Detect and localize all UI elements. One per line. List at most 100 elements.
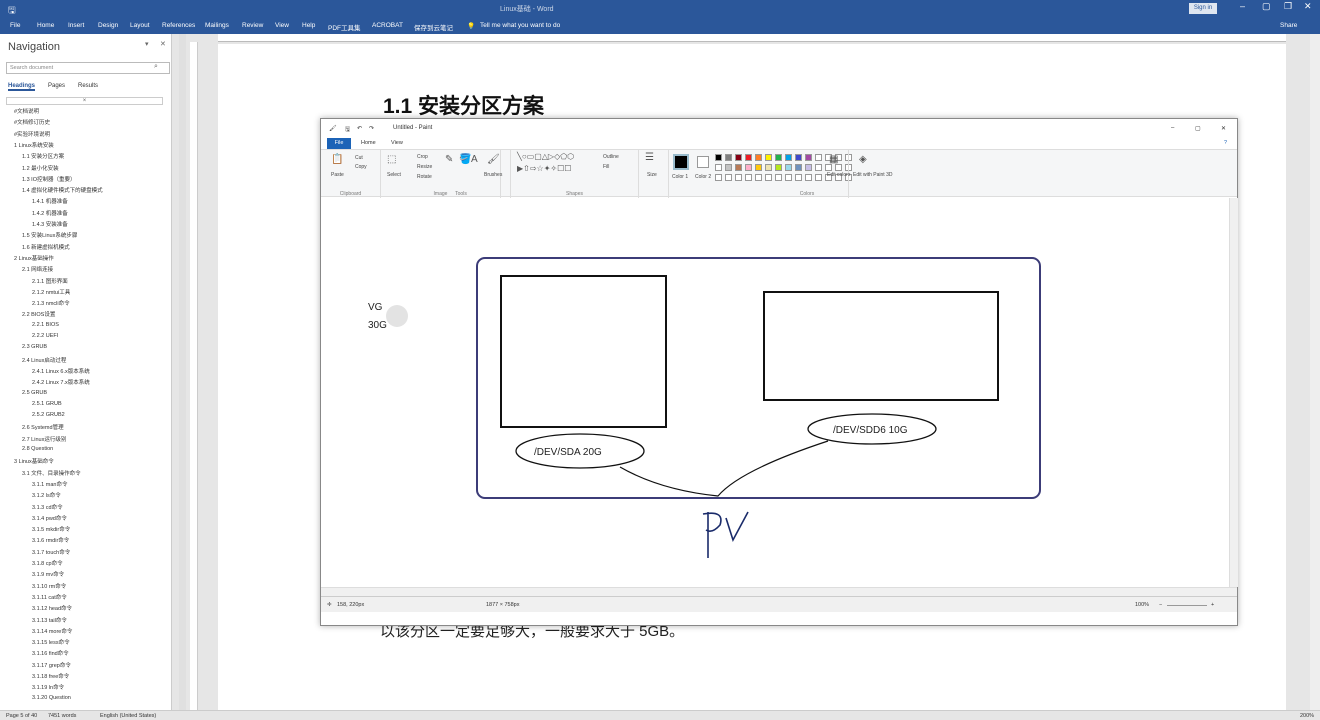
pencil-icon[interactable]: ✎: [445, 154, 453, 165]
tab-view[interactable]: View: [275, 22, 289, 29]
nav-heading-item[interactable]: 1.4 虚拟化硬件模式下的硬盘模式: [22, 186, 103, 194]
nav-heading-item[interactable]: 3.1.20 Question: [32, 695, 71, 701]
nav-heading-item[interactable]: 3.1.8 cp命令: [32, 559, 63, 567]
nav-heading-item[interactable]: #文档说明: [14, 107, 39, 115]
copy-button[interactable]: Copy: [355, 164, 367, 170]
outline-button[interactable]: Outline: [603, 154, 619, 160]
palette-swatch[interactable]: [785, 154, 792, 161]
close-icon[interactable]: ✕: [1304, 1, 1312, 12]
nav-heading-item[interactable]: 2.2.1 BIOS: [32, 322, 59, 328]
palette-swatch[interactable]: [725, 164, 732, 171]
color2-button[interactable]: Color 2: [695, 174, 711, 180]
paste-icon[interactable]: 📋: [331, 154, 343, 165]
palette-swatch[interactable]: [735, 164, 742, 171]
maximize-icon[interactable]: ▢: [1262, 1, 1271, 12]
size-button[interactable]: Size: [647, 172, 657, 178]
nav-heading-item[interactable]: 1.1 安装分区方案: [22, 152, 64, 160]
paint3d-icon[interactable]: ◈: [859, 154, 867, 165]
minimize-icon[interactable]: –: [1240, 1, 1245, 11]
palette-swatch-empty[interactable]: [815, 164, 822, 171]
nav-heading-item[interactable]: #实验环境说明: [14, 130, 50, 138]
nav-heading-item[interactable]: 3.1.10 rm命令: [32, 582, 66, 590]
palette-swatch-custom[interactable]: [785, 174, 792, 181]
palette-swatch-custom[interactable]: [815, 174, 822, 181]
nav-heading-item[interactable]: 2.4.2 Linux 7.x版本系统: [32, 378, 90, 386]
zoom-out-button[interactable]: −: [1159, 602, 1162, 608]
nav-heading-item[interactable]: 2.2 BIOS设置: [22, 310, 55, 318]
color2-swatch[interactable]: [697, 156, 709, 168]
search-icon[interactable]: ⌕: [154, 63, 158, 71]
clear-search-button[interactable]: ×: [6, 97, 163, 105]
palette-swatch[interactable]: [775, 154, 782, 161]
tab-layout[interactable]: Layout: [130, 22, 150, 29]
nav-heading-item[interactable]: 3.1.7 touch命令: [32, 548, 70, 556]
nav-heading-item[interactable]: 2.5.2 GRUB2: [32, 412, 65, 418]
nav-scrollbar[interactable]: [179, 34, 186, 710]
rotate-button[interactable]: Rotate: [417, 174, 432, 180]
tab-headings[interactable]: Headings: [8, 83, 36, 91]
nav-heading-item[interactable]: 2.1.3 nmcli命令: [32, 299, 70, 307]
paint-tab-view[interactable]: View: [391, 140, 403, 146]
nav-heading-item[interactable]: 1.5 安装Linux系统步骤: [22, 231, 77, 239]
palette-swatch-custom[interactable]: [765, 174, 772, 181]
tell-me-search[interactable]: Tell me what you want to do: [480, 22, 560, 29]
nav-heading-item[interactable]: 3.1.14 more命令: [32, 627, 72, 635]
palette-swatch[interactable]: [745, 164, 752, 171]
paint-vertical-scrollbar[interactable]: [1229, 198, 1238, 587]
paint-tab-file[interactable]: File: [327, 138, 351, 149]
palette-swatch-custom[interactable]: [745, 174, 752, 181]
palette-swatch-custom[interactable]: [735, 174, 742, 181]
tab-results[interactable]: Results: [78, 83, 98, 89]
palette-swatch-custom[interactable]: [755, 174, 762, 181]
nav-heading-item[interactable]: 1.4.1 机器准备: [32, 197, 68, 205]
shapes-gallery[interactable]: ╲○▭▢△▷◇⬠⬡: [517, 152, 574, 161]
tab-home[interactable]: Home: [37, 22, 54, 29]
palette-swatch[interactable]: [765, 154, 772, 161]
paint-minimize-icon[interactable]: –: [1171, 125, 1174, 131]
paste-button[interactable]: Paste: [331, 172, 344, 178]
tab-cloud-notes[interactable]: 保存到云笔记: [414, 22, 453, 32]
nav-heading-item[interactable]: 1.2 最小化安装: [22, 164, 59, 172]
palette-swatch[interactable]: [795, 154, 802, 161]
palette-swatch[interactable]: [805, 154, 812, 161]
tab-mailings[interactable]: Mailings: [205, 22, 229, 29]
palette-swatch[interactable]: [775, 164, 782, 171]
nav-heading-item[interactable]: 2.3 GRUB: [22, 344, 47, 350]
word-zoom-level[interactable]: 200%: [1300, 713, 1314, 719]
nav-heading-item[interactable]: 2.2.2 UEFI: [32, 333, 58, 339]
paint-tab-home[interactable]: Home: [361, 140, 376, 146]
nav-options-icon[interactable]: ▾: [145, 40, 149, 48]
palette-swatch[interactable]: [755, 154, 762, 161]
tab-file[interactable]: File: [10, 22, 20, 29]
tab-insert[interactable]: Insert: [68, 22, 84, 29]
palette-swatch-custom[interactable]: [715, 174, 722, 181]
crop-button[interactable]: Crop: [417, 154, 428, 160]
color1-button[interactable]: Color 1: [672, 174, 688, 180]
paint-save-icon[interactable]: 🖫: [345, 125, 350, 135]
nav-heading-item[interactable]: 1.6 新建虚拟机模式: [22, 243, 70, 251]
nav-heading-item[interactable]: 1.4.3 安装准备: [32, 220, 68, 228]
text-icon[interactable]: A: [471, 154, 478, 165]
zoom-slider[interactable]: [1167, 605, 1207, 606]
fill-icon[interactable]: 🪣: [459, 154, 471, 165]
paint-close-icon[interactable]: ✕: [1221, 125, 1226, 132]
nav-heading-item[interactable]: 2.6 Systemd管理: [22, 423, 64, 431]
paint-horizontal-scrollbar[interactable]: [321, 587, 1237, 596]
nav-heading-item[interactable]: 3.1.16 find命令: [32, 649, 69, 657]
nav-heading-item[interactable]: 2.7 Linux运行级别: [22, 435, 66, 443]
palette-swatch-custom[interactable]: [725, 174, 732, 181]
nav-heading-item[interactable]: 3.1.1 man命令: [32, 480, 67, 488]
tab-help[interactable]: Help: [302, 22, 315, 29]
size-icon[interactable]: ☰: [645, 152, 654, 163]
document-scrollbar[interactable]: [1310, 34, 1320, 710]
palette-swatch[interactable]: [765, 164, 772, 171]
palette-swatch[interactable]: [795, 164, 802, 171]
shapes-gallery-row2[interactable]: ▶⇧⇨☆✦✧☐☐: [517, 164, 571, 173]
nav-heading-item[interactable]: 3.1.13 tail命令: [32, 616, 67, 624]
tab-pages[interactable]: Pages: [48, 83, 65, 89]
tab-review[interactable]: Review: [242, 22, 263, 29]
nav-heading-item[interactable]: 3.1.6 rmdir命令: [32, 536, 69, 544]
palette-swatch[interactable]: [725, 154, 732, 161]
nav-heading-item[interactable]: 2.8 Question: [22, 446, 53, 452]
nav-heading-item[interactable]: 2.5 GRUB: [22, 390, 47, 396]
